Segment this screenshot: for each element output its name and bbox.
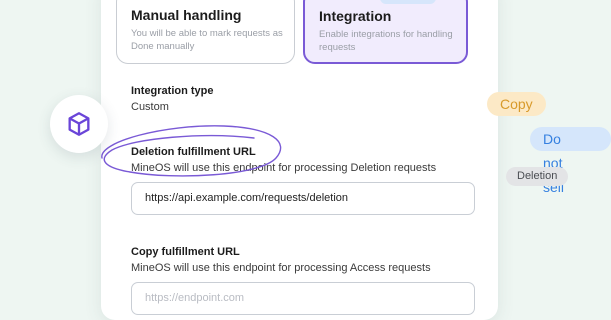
deletion-chip: Deletion xyxy=(506,167,569,186)
hand-drawn-circle-annotation xyxy=(101,125,282,177)
integration-type-value: Custom xyxy=(131,101,169,113)
do-not-sell-chip: Do not sell xyxy=(530,127,611,195)
copy-chip: Copy xyxy=(487,92,546,116)
manual-handling-desc: You will be able to mark requests as Don… xyxy=(131,28,283,52)
integration-selected-indicator xyxy=(380,0,436,4)
integration-option[interactable]: Integration Enable integrations for hand… xyxy=(303,0,468,64)
integration-desc: Enable integrations for handling request… xyxy=(319,29,453,53)
copy-url-input[interactable]: https://endpoint.com xyxy=(131,282,475,315)
copy-url-desc: MineOS will use this endpoint for proces… xyxy=(131,262,431,274)
integration-type-label: Integration type xyxy=(131,85,214,97)
integration-title: Integration xyxy=(319,8,392,24)
manual-handling-option[interactable]: Manual handling You will be able to mark… xyxy=(116,0,295,64)
manual-handling-title: Manual handling xyxy=(131,7,242,23)
deletion-url-input[interactable]: https://api.example.com/requests/deletio… xyxy=(131,182,475,215)
cube-badge xyxy=(50,95,108,153)
copy-url-label: Copy fulfillment URL xyxy=(131,246,240,258)
cube-icon xyxy=(68,112,90,136)
